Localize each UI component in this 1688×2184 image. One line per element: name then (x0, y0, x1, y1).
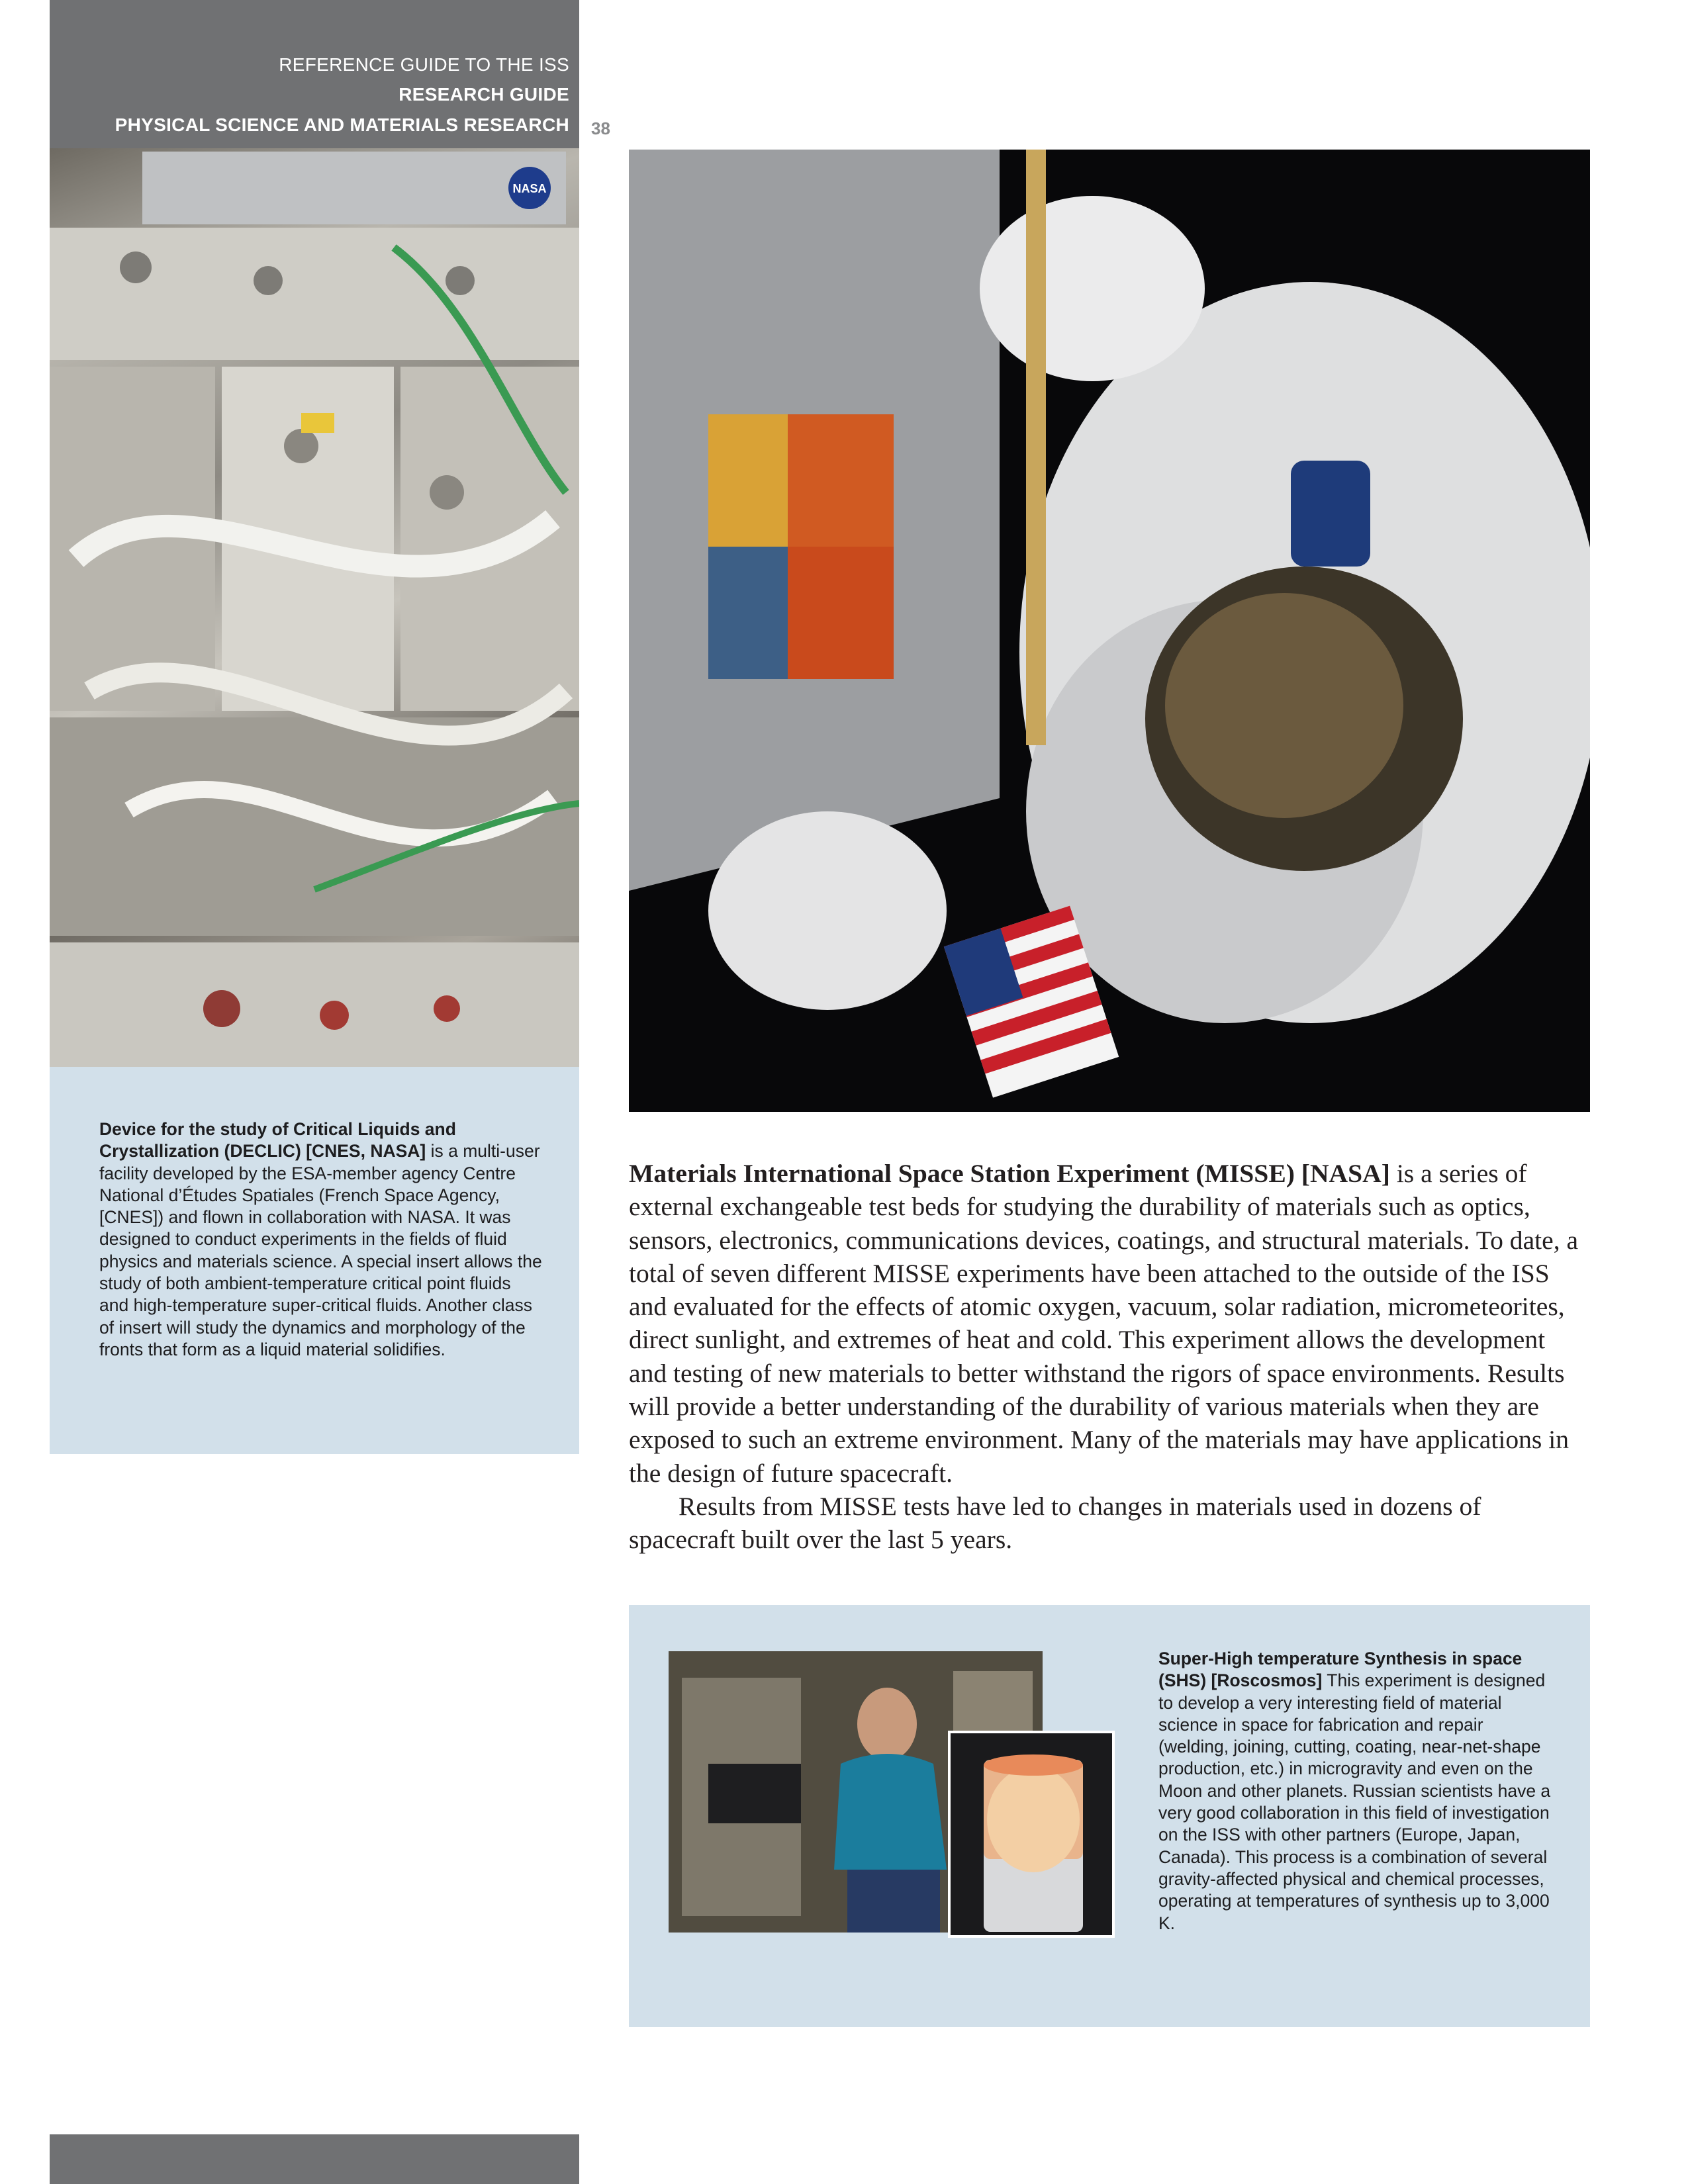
header-section-title: RESEARCH GUIDE (399, 84, 569, 105)
footer-bar (50, 2134, 579, 2184)
page-number: 38 (591, 118, 610, 138)
misse-paragraph-2: Results from MISSE tests have led to cha… (629, 1491, 1481, 1555)
shs-sample-photo (948, 1731, 1115, 1938)
mission-patch-icon (1291, 461, 1370, 567)
shs-sample-illustration (951, 1733, 1112, 1935)
declic-caption-body: is a multi-user facility developed by th… (99, 1141, 542, 1359)
shs-caption-body: This experiment is designed to develop a… (1158, 1670, 1551, 1933)
misse-photo (629, 150, 1590, 1112)
svg-text:NASA: NASA (512, 182, 546, 195)
misse-paragraph-1-body: is a series of external exchangeable tes… (629, 1159, 1579, 1488)
declic-caption: Device for the study of Critical Liquids… (99, 1118, 543, 1361)
header-chapter-title: PHYSICAL SCIENCE AND MATERIALS RESEARCH (115, 114, 569, 135)
declic-photo: NASA (50, 148, 579, 1067)
shs-callout-box: Super-High temperature Synthesis in spac… (629, 1605, 1590, 2027)
misse-paragraph-1: Materials International Space Station Ex… (629, 1157, 1589, 1490)
declic-caption-title: Device for the study of Critical Liquids… (99, 1119, 456, 1161)
declic-photo-illustration: NASA (50, 152, 579, 1067)
declic-caption-box: Device for the study of Critical Liquids… (50, 1067, 579, 1454)
misse-photo-illustration (629, 150, 1590, 1112)
header-guide-title: REFERENCE GUIDE TO THE ISS (279, 54, 569, 75)
misse-title: Materials International Space Station Ex… (629, 1159, 1390, 1188)
running-header: REFERENCE GUIDE TO THE ISS RESEARCH GUID… (50, 0, 579, 148)
misse-article: Materials International Space Station Ex… (629, 1157, 1589, 1557)
shs-caption: Super-High temperature Synthesis in spac… (1158, 1648, 1556, 1934)
